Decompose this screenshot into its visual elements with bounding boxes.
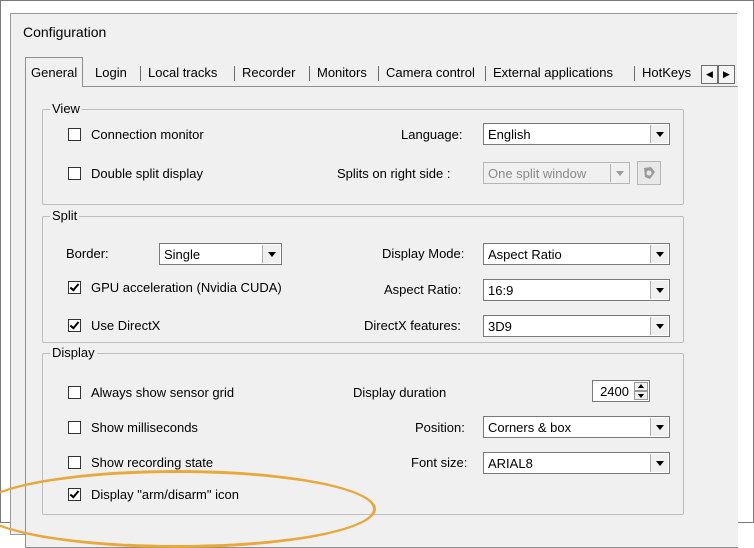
checkbox-icon[interactable] bbox=[68, 456, 81, 469]
tab-external-applications[interactable]: External applications bbox=[488, 61, 618, 85]
directx-features-value: 3D9 bbox=[488, 319, 512, 334]
spin-up-icon[interactable] bbox=[634, 382, 648, 391]
splits-select: One split window bbox=[483, 162, 630, 184]
font-size-value: ARIAL8 bbox=[488, 456, 533, 471]
sensor-grid-checkbox[interactable]: Always show sensor grid bbox=[68, 385, 234, 400]
configuration-dialog: Configuration General Login Local tracks… bbox=[10, 13, 738, 548]
duration-value: 2400 bbox=[600, 384, 629, 399]
chevron-down-icon[interactable] bbox=[262, 245, 280, 263]
arm-disarm-label: Display "arm/disarm" icon bbox=[91, 487, 239, 502]
language-label: Language: bbox=[401, 127, 463, 142]
gpu-acceleration-checkbox[interactable]: GPU acceleration (Nvidia CUDA) bbox=[68, 280, 282, 295]
checkbox-icon[interactable] bbox=[68, 319, 81, 332]
double-split-label: Double split display bbox=[91, 166, 204, 181]
milliseconds-label: Show milliseconds bbox=[91, 420, 198, 435]
display-group: Display Always show sensor grid Show mil… bbox=[42, 345, 684, 515]
use-directx-checkbox[interactable]: Use DirectX bbox=[68, 318, 160, 333]
tab-local-tracks[interactable]: Local tracks bbox=[143, 61, 222, 85]
arrow-left-icon[interactable]: ◀ bbox=[701, 65, 718, 84]
position-select[interactable]: Corners & box bbox=[483, 416, 670, 438]
view-legend: View bbox=[50, 101, 82, 116]
position-label: Position: bbox=[415, 420, 465, 435]
checkbox-icon[interactable] bbox=[68, 421, 81, 434]
tab-separator bbox=[634, 66, 635, 81]
tab-separator bbox=[140, 66, 141, 81]
arm-disarm-checkbox[interactable]: Display "arm/disarm" icon bbox=[68, 487, 239, 502]
language-value: English bbox=[488, 127, 531, 142]
tab-login[interactable]: Login bbox=[90, 61, 132, 85]
chevron-down-icon[interactable] bbox=[650, 454, 668, 472]
tab-monitors[interactable]: Monitors bbox=[312, 61, 372, 85]
tab-hotkeys[interactable]: HotKeys bbox=[637, 61, 696, 85]
directx-features-label: DirectX features: bbox=[364, 318, 461, 333]
recording-state-checkbox[interactable]: Show recording state bbox=[68, 455, 213, 470]
font-size-label: Font size: bbox=[411, 455, 468, 470]
display-legend: Display bbox=[50, 345, 97, 360]
window-title: Configuration bbox=[23, 24, 107, 40]
checkbox-icon[interactable] bbox=[68, 488, 81, 501]
position-value: Corners & box bbox=[488, 420, 572, 435]
tab-recorder[interactable]: Recorder bbox=[237, 61, 300, 85]
use-directx-label: Use DirectX bbox=[91, 318, 161, 333]
recording-state-label: Show recording state bbox=[91, 455, 214, 470]
spin-down-icon[interactable] bbox=[634, 391, 648, 400]
arrow-right-icon[interactable]: ▶ bbox=[718, 65, 735, 84]
view-group: View Connection monitor Double split dis… bbox=[42, 101, 684, 205]
chevron-down-icon bbox=[610, 164, 628, 182]
double-split-checkbox[interactable]: Double split display bbox=[68, 166, 203, 181]
display-mode-label: Display Mode: bbox=[382, 246, 465, 261]
language-select[interactable]: English bbox=[483, 123, 670, 145]
split-legend: Split bbox=[50, 208, 80, 223]
border-value: Single bbox=[164, 247, 201, 262]
chevron-down-icon[interactable] bbox=[650, 317, 668, 335]
checkbox-icon[interactable] bbox=[68, 128, 81, 141]
chevron-down-icon[interactable] bbox=[650, 125, 668, 143]
checkbox-icon[interactable] bbox=[68, 281, 81, 294]
aspect-ratio-label: Aspect Ratio: bbox=[384, 282, 462, 297]
tab-camera-control[interactable]: Camera control bbox=[381, 61, 480, 85]
tab-separator bbox=[309, 66, 310, 81]
tab-general[interactable]: General bbox=[25, 57, 84, 87]
border-select[interactable]: Single bbox=[159, 243, 282, 265]
border-label: Border: bbox=[66, 246, 109, 261]
split-group: Split Border: Single GPU acceleration (N… bbox=[42, 208, 684, 343]
chevron-down-icon[interactable] bbox=[650, 245, 668, 263]
checkbox-icon[interactable] bbox=[68, 167, 81, 180]
splits-value: One split window bbox=[488, 166, 587, 181]
connection-monitor-label: Connection monitor bbox=[91, 127, 204, 142]
tab-separator bbox=[378, 66, 379, 81]
sensor-grid-label: Always show sensor grid bbox=[91, 385, 235, 400]
checkbox-icon[interactable] bbox=[68, 386, 81, 399]
aspect-ratio-value: 16:9 bbox=[488, 283, 514, 298]
chevron-down-icon[interactable] bbox=[650, 281, 668, 299]
display-mode-value: Aspect Ratio bbox=[488, 247, 562, 262]
chevron-down-icon[interactable] bbox=[650, 418, 668, 436]
tab-separator bbox=[234, 66, 235, 81]
directx-features-select[interactable]: 3D9 bbox=[483, 315, 670, 337]
display-mode-select[interactable]: Aspect Ratio bbox=[483, 243, 670, 265]
settings-icon bbox=[637, 161, 661, 185]
gpu-acceleration-label: GPU acceleration (Nvidia CUDA) bbox=[91, 280, 282, 295]
tab-separator bbox=[485, 66, 486, 81]
duration-label: Display duration bbox=[353, 385, 447, 400]
duration-spinner[interactable]: 2400 bbox=[592, 380, 650, 402]
connection-monitor-checkbox[interactable]: Connection monitor bbox=[68, 127, 204, 142]
splits-label: Splits on right side : bbox=[337, 166, 451, 181]
milliseconds-checkbox[interactable]: Show milliseconds bbox=[68, 420, 198, 435]
aspect-ratio-select[interactable]: 16:9 bbox=[483, 279, 670, 301]
font-size-select[interactable]: ARIAL8 bbox=[483, 452, 670, 474]
